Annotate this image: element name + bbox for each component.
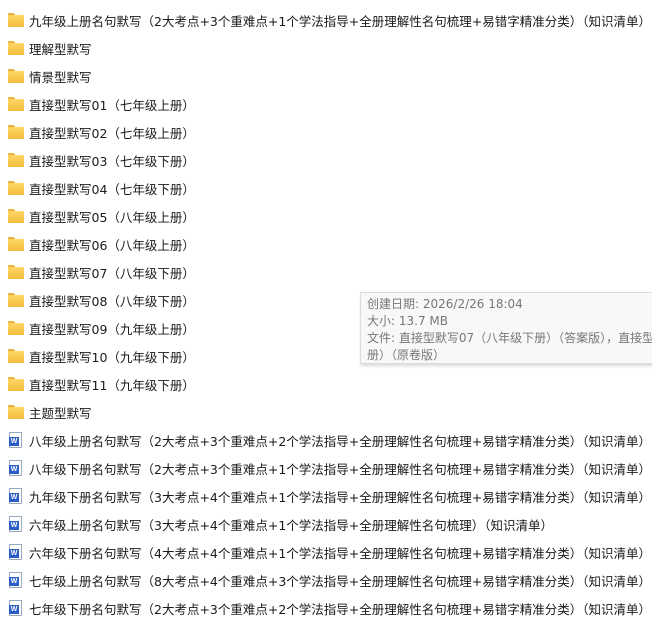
item-name: 直接型默写06（八年级上册） <box>29 237 195 253</box>
folder-tooltip: 创建日期: 2026/2/26 18:04 大小: 13.7 MB 文件: 直接… <box>360 292 652 364</box>
word-document-icon: W <box>9 432 22 448</box>
word-document-icon: W <box>9 488 22 504</box>
folder-item[interactable]: 直接型默写03（七年级下册） <box>0 146 652 174</box>
item-name: 七年级上册名句默写（8大考点+4个重难点+3个学法指导+全册理解性名句梳理+易错… <box>29 573 652 589</box>
folder-item[interactable]: 直接型默写06（八年级上册） <box>0 230 652 258</box>
word-document-icon: W <box>9 516 22 532</box>
item-name: 九年级上册名句默写（2大考点+3个重难点+1个学法指导+全册理解性名句梳理+易错… <box>29 13 652 29</box>
item-name: 直接型默写11（九年级下册） <box>29 377 195 393</box>
folder-item[interactable]: 理解型默写 <box>0 34 652 62</box>
word-badge: W <box>9 605 19 614</box>
folder-icon <box>8 321 24 335</box>
item-name: 六年级上册名句默写（3大考点+4个重难点+1个学法指导+全册理解性名句梳理）（知… <box>29 517 554 533</box>
word-badge: W <box>9 493 19 502</box>
folder-item[interactable]: 直接型默写07（八年级下册） <box>0 258 652 286</box>
item-name: 情景型默写 <box>29 69 92 85</box>
item-name: 直接型默写09（九年级上册） <box>29 321 195 337</box>
folder-item[interactable]: 直接型默写05（八年级上册） <box>0 202 652 230</box>
folder-icon <box>8 349 24 363</box>
folder-icon <box>8 41 24 55</box>
item-name: 六年级下册名句默写（4大考点+4个重难点+1个学法指导+全册理解性名句梳理+易错… <box>29 545 652 561</box>
tooltip-files-cont: 册）（原卷版） <box>367 348 446 362</box>
folder-icon <box>8 13 24 27</box>
word-badge: W <box>9 465 19 474</box>
folder-icon <box>8 125 24 139</box>
item-name: 八年级上册名句默写（2大考点+3个重难点+2个学法指导+全册理解性名句梳理+易错… <box>29 433 652 449</box>
word-badge: W <box>9 549 19 558</box>
item-name: 直接型默写01（七年级上册） <box>29 97 195 113</box>
tooltip-files: 文件: 直接型默写07（八年级下册）（答案版），直接型默写07（八年级下 <box>367 331 652 345</box>
item-name: 直接型默写07（八年级下册） <box>29 265 195 281</box>
word-document-icon: W <box>9 600 22 616</box>
folder-icon <box>8 181 24 195</box>
folder-icon <box>8 237 24 251</box>
word-badge: W <box>9 577 19 586</box>
folder-item[interactable]: 直接型默写01（七年级上册） <box>0 90 652 118</box>
word-document-icon: W <box>9 572 22 588</box>
item-name: 直接型默写08（八年级下册） <box>29 293 195 309</box>
item-name: 九年级下册名句默写（3大考点+4个重难点+1个学法指导+全册理解性名句梳理+易错… <box>29 489 652 505</box>
folder-icon <box>8 153 24 167</box>
item-name: 直接型默写04（七年级下册） <box>29 181 195 197</box>
document-item[interactable]: W 六年级上册名句默写（3大考点+4个重难点+1个学法指导+全册理解性名句梳理）（… <box>0 510 652 538</box>
folder-item[interactable]: 主题型默写 <box>0 398 652 426</box>
folder-icon <box>8 69 24 83</box>
word-badge: W <box>9 437 19 446</box>
document-item[interactable]: W 六年级下册名句默写（4大考点+4个重难点+1个学法指导+全册理解性名句梳理+易… <box>0 538 652 566</box>
item-name: 直接型默写02（七年级上册） <box>29 125 195 141</box>
folder-icon <box>8 209 24 223</box>
folder-icon <box>8 97 24 111</box>
folder-icon <box>8 265 24 279</box>
folder-item[interactable]: 直接型默写02（七年级上册） <box>0 118 652 146</box>
tooltip-created-date: 创建日期: 2026/2/26 18:04 <box>367 297 523 311</box>
item-name: 直接型默写10（九年级下册） <box>29 349 195 365</box>
document-item[interactable]: W 七年级下册名句默写（2大考点+3个重难点+2个学法指导+全册理解性名句梳理+易… <box>0 594 652 622</box>
folder-item[interactable]: 九年级上册名句默写（2大考点+3个重难点+1个学法指导+全册理解性名句梳理+易错… <box>0 6 652 34</box>
item-name: 七年级下册名句默写（2大考点+3个重难点+2个学法指导+全册理解性名句梳理+易错… <box>29 601 652 617</box>
folder-item[interactable]: 直接型默写04（七年级下册） <box>0 174 652 202</box>
document-item[interactable]: W 八年级下册名句默写（2大考点+3个重难点+1个学法指导+全册理解性名句梳理+易… <box>0 454 652 482</box>
word-document-icon: W <box>9 460 22 476</box>
document-item[interactable]: W 九年级下册名句默写（3大考点+4个重难点+1个学法指导+全册理解性名句梳理+易… <box>0 482 652 510</box>
item-name: 理解型默写 <box>29 41 92 57</box>
item-name: 直接型默写03（七年级下册） <box>29 153 195 169</box>
folder-icon <box>8 293 24 307</box>
folder-item[interactable]: 直接型默写11（九年级下册） <box>0 370 652 398</box>
item-name: 主题型默写 <box>29 405 92 421</box>
folder-item[interactable]: 情景型默写 <box>0 62 652 90</box>
folder-icon <box>8 377 24 391</box>
tooltip-size: 大小: 13.7 MB <box>367 314 448 328</box>
folder-icon <box>8 405 24 419</box>
document-item[interactable]: W 八年级上册名句默写（2大考点+3个重难点+2个学法指导+全册理解性名句梳理+易… <box>0 426 652 454</box>
document-item[interactable]: W 七年级上册名句默写（8大考点+4个重难点+3个学法指导+全册理解性名句梳理+易… <box>0 566 652 594</box>
item-name: 八年级下册名句默写（2大考点+3个重难点+1个学法指导+全册理解性名句梳理+易错… <box>29 461 652 477</box>
word-badge: W <box>9 521 19 530</box>
item-name: 直接型默写05（八年级上册） <box>29 209 195 225</box>
word-document-icon: W <box>9 544 22 560</box>
